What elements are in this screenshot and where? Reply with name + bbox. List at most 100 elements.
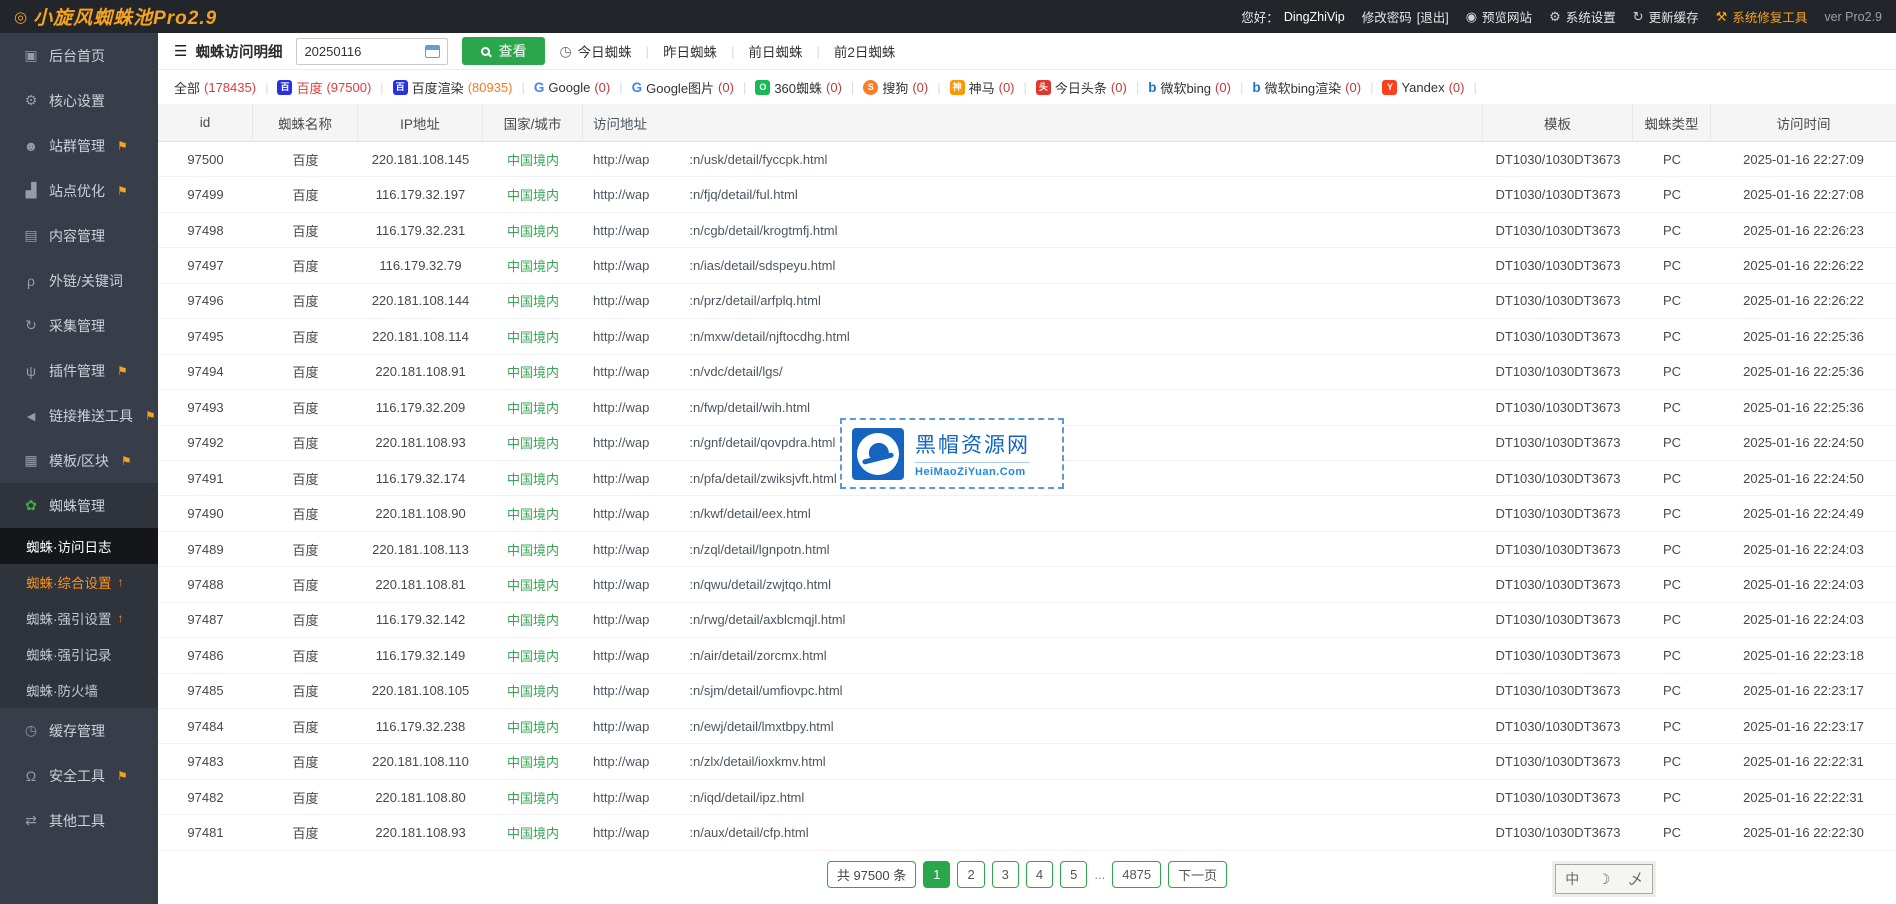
- sidebar-subitem-蜘蛛·强引设置[interactable]: 蜘蛛·强引设置↑: [0, 600, 158, 636]
- filter-百度[interactable]: 百百度(97500): [277, 78, 371, 97]
- cell-url[interactable]: http://wap:n/vdc/detail/lgs/: [583, 363, 1483, 381]
- filter-百度渲染[interactable]: 百百度渲染(80935): [393, 78, 513, 97]
- filter-Google图片[interactable]: GGoogle图片(0): [632, 78, 734, 97]
- sidebar-subitem-蜘蛛·强引记录[interactable]: 蜘蛛·强引记录: [0, 636, 158, 672]
- toolbar-link-昨日蜘蛛[interactable]: 昨日蜘蛛: [663, 41, 717, 61]
- sidebar-item-内容管理[interactable]: ▤内容管理: [0, 213, 158, 258]
- cell-url[interactable]: http://wap:n/ias/detail/sdspeyu.html: [583, 257, 1483, 275]
- filter-全部[interactable]: 全部(178435): [174, 78, 256, 97]
- filter-Yandex[interactable]: YYandex(0): [1382, 80, 1464, 95]
- bing-icon: b: [1148, 80, 1156, 95]
- cell-url[interactable]: http://wap:n/qwu/detail/zwjtqo.html: [583, 575, 1483, 593]
- page-button-last[interactable]: 4875: [1112, 861, 1161, 888]
- repair-tool-link[interactable]: ⚒ 系统修复工具: [1716, 7, 1808, 26]
- cell-url[interactable]: http://wap:n/fwp/detail/wih.html: [583, 398, 1483, 416]
- calendar-icon[interactable]: [425, 45, 440, 58]
- filter-360蜘蛛[interactable]: O360蜘蛛(0): [755, 78, 842, 97]
- cell-country: 中国境内: [483, 433, 583, 452]
- filter-搜狗[interactable]: S搜狗(0): [863, 78, 928, 97]
- cell-spider-name: 百度: [253, 823, 358, 842]
- filter-微软bing[interactable]: b微软bing(0): [1148, 78, 1231, 97]
- filter-今日头条[interactable]: 头今日头条(0): [1036, 78, 1127, 97]
- today-spider-link[interactable]: ◷ 今日蜘蛛: [559, 41, 631, 61]
- table-row: 97495百度220.181.108.114中国境内http://wap:n/m…: [158, 319, 1896, 354]
- cell-id: 97500: [158, 152, 253, 167]
- sidebar-item-外链/关键词[interactable]: ρ外链/关键词: [0, 258, 158, 303]
- cell-url[interactable]: http://wap:n/prz/detail/arfplq.html: [583, 292, 1483, 310]
- toolbar-link-前日蜘蛛[interactable]: 前日蜘蛛: [748, 41, 802, 61]
- sidebar-item-链接推送工具[interactable]: ◄链接推送工具⚑: [0, 393, 158, 438]
- sidebar-item-采集管理[interactable]: ↻采集管理: [0, 303, 158, 348]
- sidebar-item-站点优化[interactable]: ▟站点优化⚑: [0, 168, 158, 213]
- cell-url[interactable]: http://wap:n/kwf/detail/eex.html: [583, 505, 1483, 523]
- sidebar-subitem-label: 蜘蛛·防火墙: [26, 680, 98, 700]
- cell-url[interactable]: http://wap:n/zql/detail/lgnpotn.html: [583, 540, 1483, 558]
- sidebar-item-安全工具[interactable]: Ω安全工具⚑: [0, 753, 158, 798]
- cell-visit-time: 2025-01-16 22:24:03: [1711, 612, 1896, 627]
- page-button-1[interactable]: 1: [923, 861, 950, 888]
- cell-url[interactable]: http://wap:n/mxw/detail/njftocdhg.html: [583, 327, 1483, 345]
- page-button-2[interactable]: 2: [957, 861, 984, 888]
- ime-mode-icon[interactable]: ☽: [1598, 871, 1611, 888]
- filter-神马[interactable]: 神神马(0): [950, 78, 1015, 97]
- page-button-3[interactable]: 3: [992, 861, 1019, 888]
- cell-country: 中国境内: [483, 398, 583, 417]
- cell-url[interactable]: http://wap:n/iqd/detail/ipz.html: [583, 788, 1483, 806]
- cell-id: 97494: [158, 364, 253, 379]
- cell-url[interactable]: http://wap:n/usk/detail/fyccpk.html: [583, 150, 1483, 168]
- key-icon: ρ: [23, 273, 39, 289]
- sidebar-item-核心设置[interactable]: ⚙核心设置: [0, 78, 158, 123]
- change-password-link[interactable]: 修改密码 [退出]: [1362, 7, 1449, 26]
- cell-url[interactable]: http://wap:n/sjm/detail/umfiovpc.html: [583, 682, 1483, 700]
- sidebar-subitem-蜘蛛·综合设置[interactable]: 蜘蛛·综合设置↑: [0, 564, 158, 600]
- cell-url[interactable]: http://wap:n/air/detail/zorcmx.html: [583, 646, 1483, 664]
- page-button-5[interactable]: 5: [1060, 861, 1087, 888]
- greeting-text: 您好： DingZhiVip: [1241, 7, 1344, 26]
- list-icon: ☰: [174, 42, 187, 60]
- sidebar-item-站群管理[interactable]: ☻站群管理⚑: [0, 123, 158, 168]
- ime-punctuation-icon[interactable]: 乄: [1629, 869, 1643, 889]
- sidebar-item-插件管理[interactable]: ψ插件管理⚑: [0, 348, 158, 393]
- sidebar-item-蜘蛛管理[interactable]: ✿蜘蛛管理: [0, 483, 158, 528]
- username: DingZhiVip: [1284, 10, 1345, 24]
- gear-icon: ⚙: [23, 92, 39, 109]
- sidebar-subitem-蜘蛛·防火墙[interactable]: 蜘蛛·防火墙: [0, 672, 158, 708]
- plug-icon: ψ: [23, 363, 39, 379]
- logout-link[interactable]: [退出]: [1417, 7, 1449, 26]
- app-logo: ◎ 小旋风蜘蛛池Pro2.9: [14, 3, 217, 30]
- sidebar-item-缓存管理[interactable]: ◷缓存管理: [0, 708, 158, 753]
- sidebar-subitem-label: 蜘蛛·综合设置: [26, 572, 112, 592]
- date-input[interactable]: [304, 44, 419, 59]
- url-prefix: http://wap: [593, 400, 649, 415]
- shuffle-icon: ⇄: [23, 812, 39, 829]
- page-button-4[interactable]: 4: [1026, 861, 1053, 888]
- sidebar-item-后台首页[interactable]: ▣后台首页: [0, 33, 158, 78]
- update-cache-link[interactable]: ↻ 更新缓存: [1633, 7, 1699, 26]
- cell-url[interactable]: http://wap:n/rwg/detail/axblcmqjl.html: [583, 611, 1483, 629]
- filter-count: (0): [594, 80, 610, 95]
- sidebar-item-模板/区块[interactable]: ▦模板/区块⚑: [0, 438, 158, 483]
- system-settings-link[interactable]: ⚙ 系统设置: [1549, 7, 1616, 26]
- table-row: 97494百度220.181.108.91中国境内http://wap:n/vd…: [158, 355, 1896, 390]
- view-button[interactable]: 查看: [462, 37, 545, 65]
- preview-site-link[interactable]: ◉ 预览网站: [1466, 7, 1532, 26]
- cell-url[interactable]: http://wap:n/fjq/detail/ful.html: [583, 186, 1483, 204]
- wrench-icon: ⚒: [1716, 9, 1728, 25]
- filter-微软bing渲染[interactable]: b微软bing渲染(0): [1252, 78, 1361, 97]
- cell-url[interactable]: http://wap:n/ewj/detail/lmxtbpy.html: [583, 717, 1483, 735]
- filter-Google[interactable]: GGoogle(0): [534, 80, 610, 95]
- cell-url[interactable]: http://wap:n/zlx/detail/ioxkmv.html: [583, 753, 1483, 771]
- sidebar-subitem-蜘蛛·访问日志[interactable]: 蜘蛛·访问日志: [0, 528, 158, 564]
- toolbar-link-前2日蜘蛛[interactable]: 前2日蜘蛛: [834, 41, 896, 61]
- cell-spider-type: PC: [1633, 825, 1711, 840]
- separator: |: [1370, 80, 1373, 95]
- sidebar-item-label: 插件管理: [49, 361, 105, 381]
- cell-country: 中国境内: [483, 504, 583, 523]
- cell-spider-type: PC: [1633, 648, 1711, 663]
- next-page-button[interactable]: 下一页: [1168, 861, 1227, 888]
- cell-url[interactable]: http://wap:n/cgb/detail/krogtmfj.html: [583, 221, 1483, 239]
- cell-url[interactable]: http://wap:n/aux/detail/cfp.html: [583, 824, 1483, 842]
- ime-language-icon[interactable]: 中: [1565, 869, 1579, 889]
- spider-icon: ✿: [23, 497, 39, 514]
- sidebar-item-其他工具[interactable]: ⇄其他工具: [0, 798, 158, 843]
